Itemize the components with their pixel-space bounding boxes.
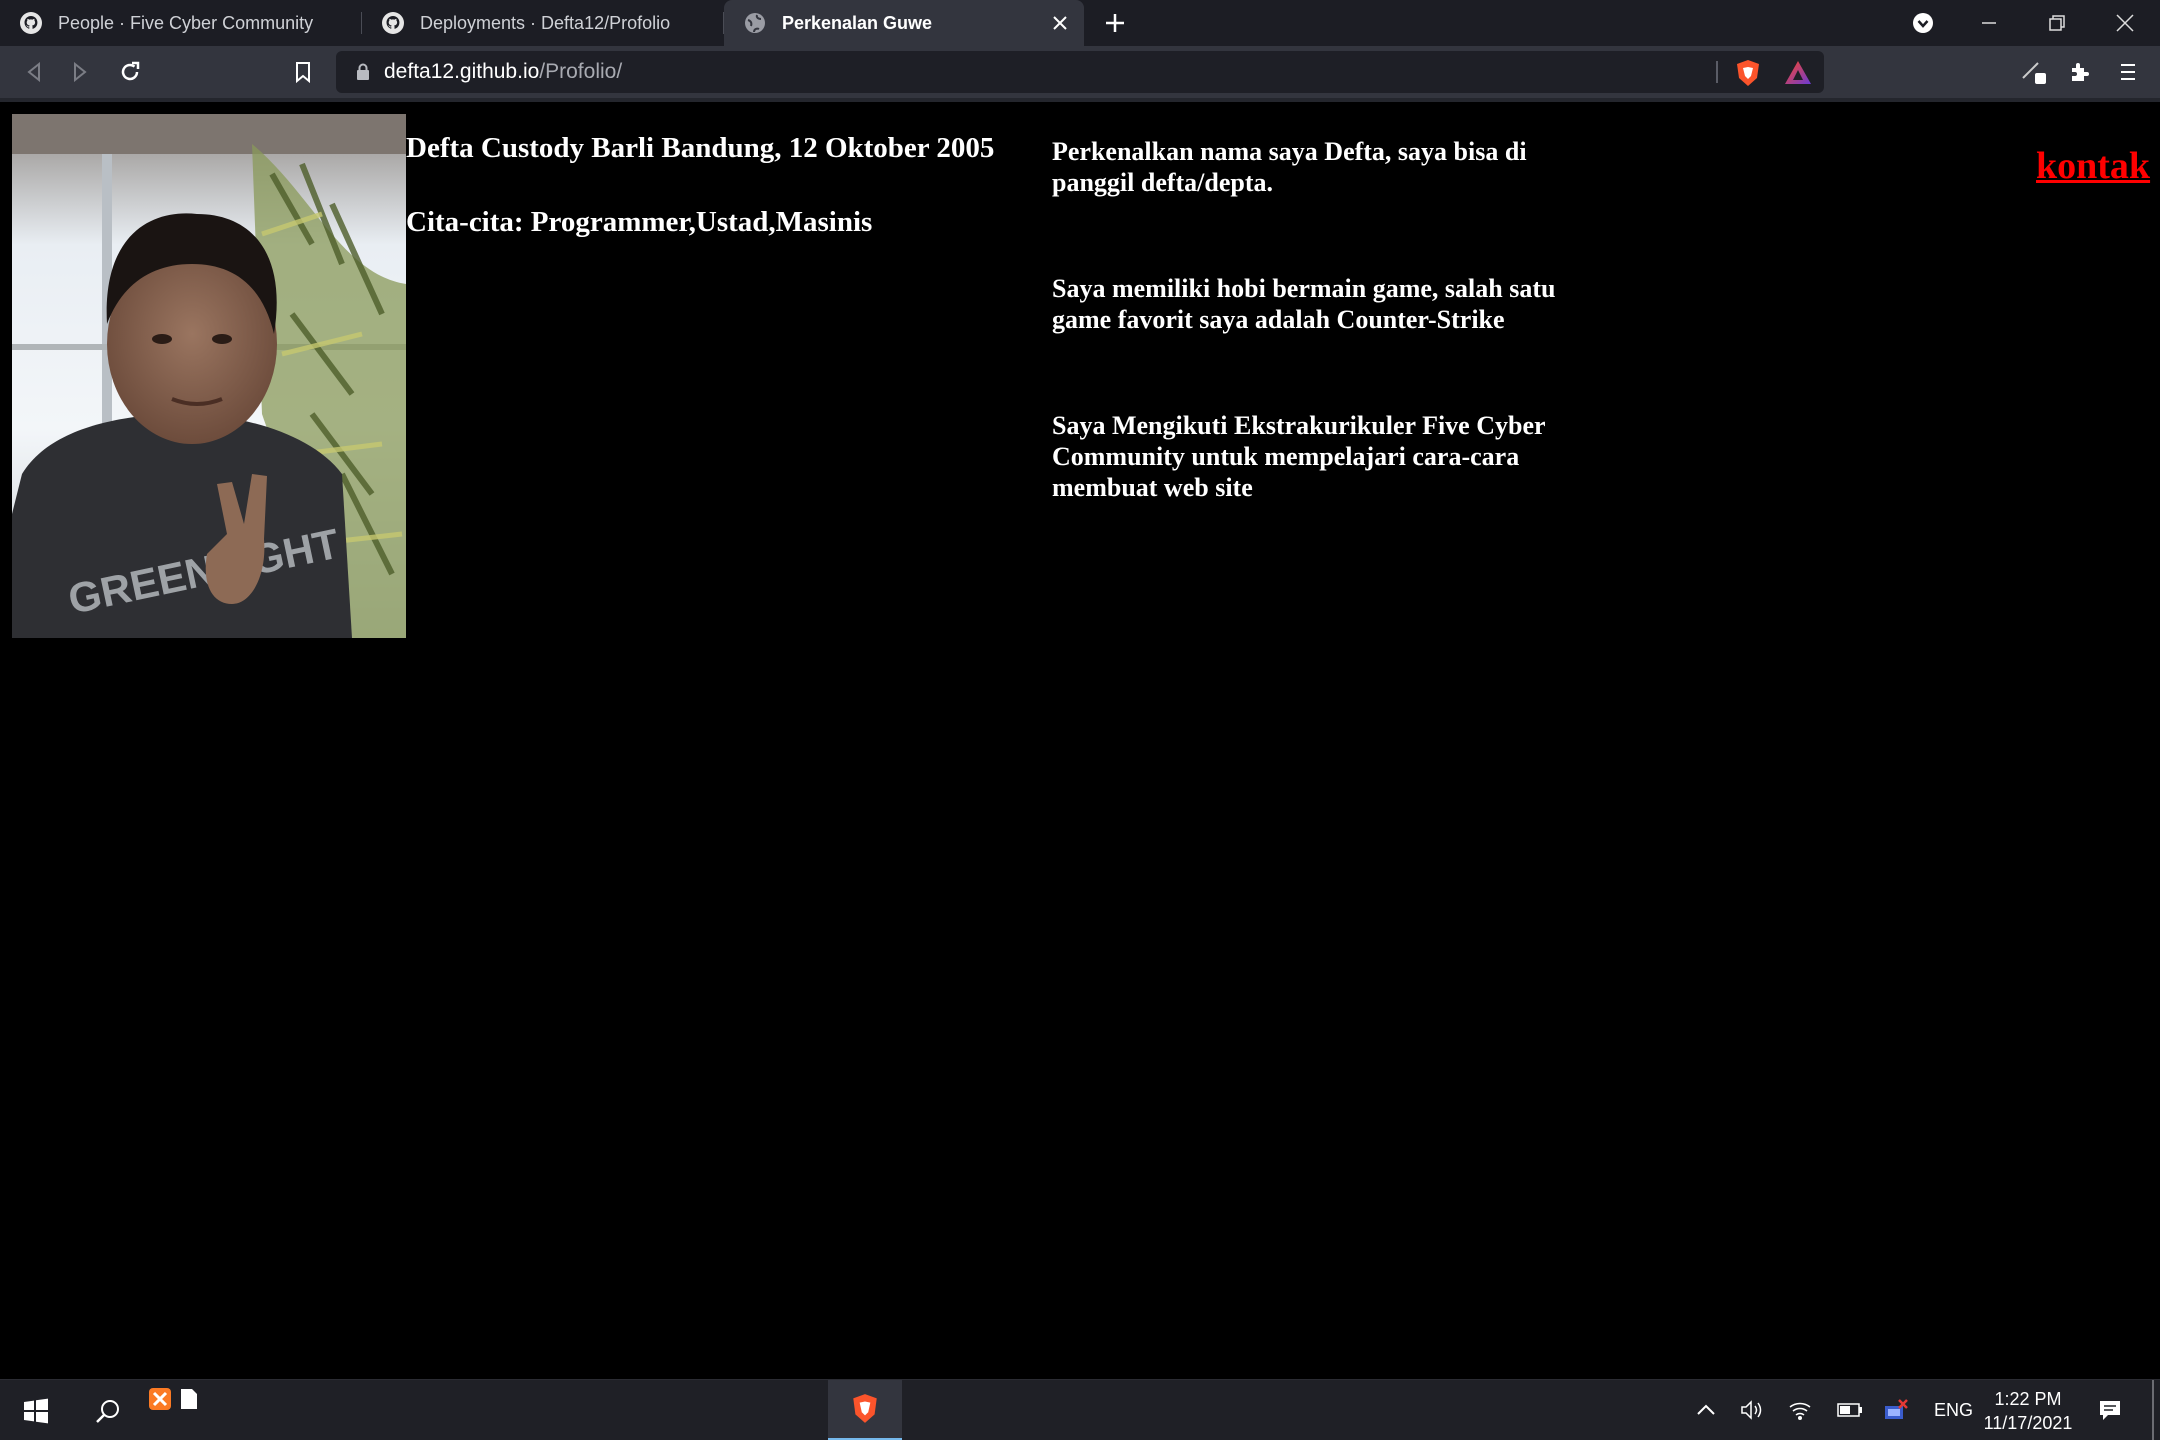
restore-icon[interactable] (2024, 0, 2090, 46)
chevron-up-icon[interactable] (1692, 1396, 1720, 1424)
intro-paragraph: Perkenalkan nama saya Defta, saya bisa d… (1052, 137, 1527, 197)
url-path: /Profolio/ (539, 60, 623, 83)
show-desktop-button[interactable] (2152, 1380, 2154, 1440)
browser-toolbar: defta12.github.io/Profolio/ (0, 46, 2160, 98)
tab-strip: People · Five Cyber Community Deployment… (0, 0, 2160, 46)
github-icon (18, 10, 44, 36)
windows-taskbar: ENG 1:22 PM 11/17/2021 (0, 1379, 2160, 1440)
kontak-link[interactable]: kontak (2036, 144, 2150, 188)
brave-rewards-icon[interactable] (1784, 59, 1812, 87)
close-tab-icon[interactable] (1046, 9, 1074, 37)
battery-icon[interactable] (1836, 1396, 1864, 1424)
tab-perkenalan-guwe[interactable]: Perkenalan Guwe (724, 0, 1084, 46)
forward-icon[interactable] (62, 54, 98, 90)
url-host: defta12.github.io (384, 60, 540, 83)
new-tab-button[interactable] (1098, 6, 1132, 40)
start-button[interactable] (0, 1380, 72, 1440)
tab-search-icon[interactable] (1890, 0, 1956, 46)
lock-icon[interactable] (354, 62, 372, 82)
bio-name-heading: Defta Custody Barli Bandung, 12 Oktober … (406, 132, 995, 164)
tab-title: Perkenalan Guwe (782, 12, 933, 33)
bookmark-icon[interactable] (285, 54, 321, 90)
file-icon[interactable] (176, 1368, 202, 1429)
edit-icon[interactable] (2016, 54, 2052, 90)
tab-people-five-cyber[interactable]: People · Five Cyber Community (0, 0, 362, 46)
back-icon[interactable] (16, 54, 52, 90)
menu-icon[interactable] (2110, 54, 2146, 90)
address-bar[interactable]: defta12.github.io/Profolio/ (336, 51, 1824, 93)
notification-icon[interactable] (2096, 1396, 2124, 1424)
extensions-icon[interactable] (2062, 54, 2098, 90)
brave-shields-icon[interactable] (1734, 59, 1762, 87)
web-page: GREENLIGHT Defta Custody Barli Bandung, … (0, 102, 2160, 1379)
close-window-icon[interactable] (2092, 0, 2158, 46)
clock-date: 11/17/2021 (1983, 1413, 2073, 1433)
xampp-icon[interactable] (144, 1368, 176, 1429)
reload-icon[interactable] (112, 54, 148, 90)
tab-title: Deployments · Defta12/Profolio (420, 12, 671, 33)
clock-time: 1:22 PM (1994, 1389, 2062, 1409)
extracurricular-paragraph: Saya Mengikuti Ekstrakurikuler Five Cybe… (1052, 411, 1546, 502)
profile-photo: GREENLIGHT (12, 114, 406, 638)
search-icon[interactable] (72, 1380, 144, 1440)
volume-icon[interactable] (1738, 1396, 1766, 1424)
url-separator (1716, 61, 1718, 83)
globe-icon (742, 10, 768, 36)
github-icon (380, 10, 406, 36)
hobby-paragraph: Saya memiliki hobi bermain game, salah s… (1052, 274, 1556, 334)
bio-goal-heading: Cita-cita: Programmer,Ustad,Masinis (406, 206, 873, 238)
network-alert-icon[interactable] (1882, 1396, 1910, 1424)
clock[interactable]: 1:22 PM 11/17/2021 (1980, 1387, 2076, 1435)
wifi-icon[interactable] (1786, 1396, 1814, 1424)
tab-deployments[interactable]: Deployments · Defta12/Profolio (362, 0, 724, 46)
tab-title: People · Five Cyber Community (58, 12, 314, 33)
brave-taskbar-button[interactable] (828, 1380, 902, 1440)
language-indicator[interactable]: ENG (1934, 1400, 1973, 1421)
minimize-icon[interactable] (1956, 0, 2022, 46)
